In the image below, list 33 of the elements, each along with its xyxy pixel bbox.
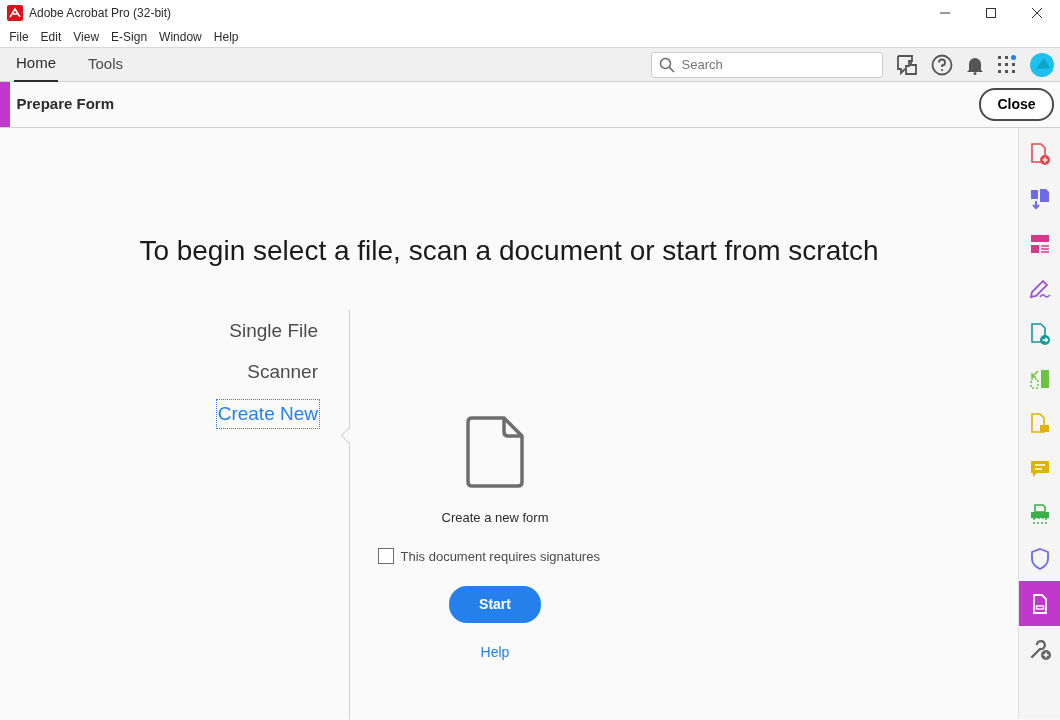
help-link[interactable]: Help [480,642,510,663]
checkbox-label: This document requires signatures [400,547,600,566]
page-plus-icon [1028,141,1052,166]
source-option[interactable]: Create New [216,399,319,428]
menu-item[interactable]: Window [153,27,208,46]
start-button[interactable]: Start [449,585,541,623]
menu-item[interactable]: View [67,27,106,46]
menu-item[interactable]: File [3,27,35,46]
menu-item[interactable]: Help [207,27,245,46]
document-icon [466,416,524,488]
search-field[interactable]: Search [650,51,883,78]
close-button[interactable]: Close [979,88,1054,121]
window-title: Adobe Acrobat Pro (32-bit) [29,5,172,22]
avatar-icon[interactable] [1029,52,1054,77]
checkbox[interactable] [378,548,394,565]
page-note-icon [1028,411,1052,436]
feedback-icon[interactable] [895,53,918,76]
apps-grid-icon[interactable] [996,54,1017,75]
heading: To begin select a file, scan a document or start from scratch [139,235,879,266]
source-option[interactable]: Scanner [246,358,319,387]
caption: Create a new form [441,508,549,527]
source-option[interactable]: Single File [228,316,319,345]
app-logo-icon [6,5,23,21]
accent-bar [0,82,10,127]
tab[interactable]: Tools [86,47,126,82]
tool-title: Prepare Form [16,94,115,115]
menu-item[interactable]: E-Sign [105,27,154,46]
help-icon[interactable] [930,53,953,76]
page-download-icon [1028,186,1052,211]
printer-icon [1028,501,1052,526]
page-arrow-icon [1028,321,1052,346]
menu-item[interactable]: Edit [34,27,68,46]
shield-icon [1028,546,1052,571]
